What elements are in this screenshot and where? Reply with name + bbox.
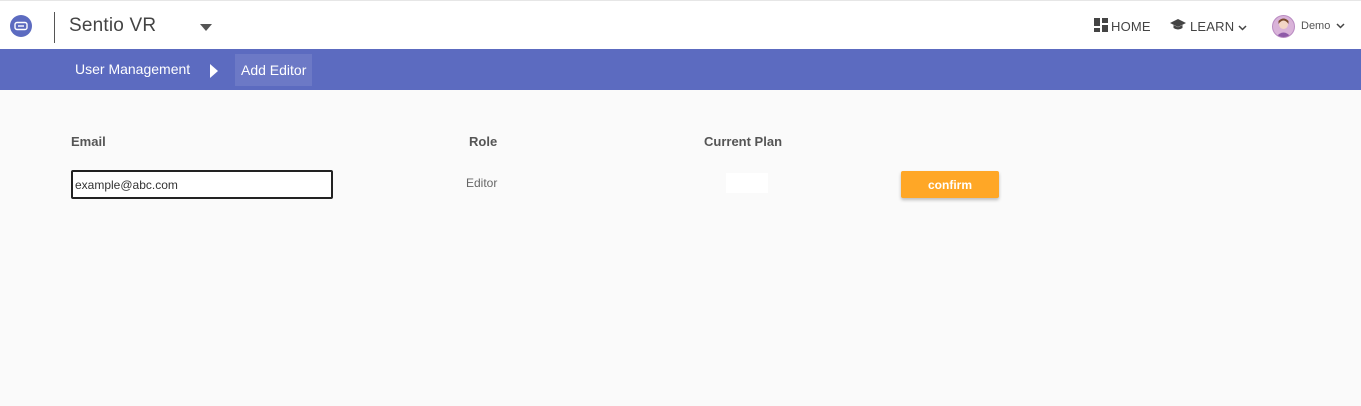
chevron-down-icon [1336, 20, 1345, 32]
caret-down-icon[interactable] [200, 24, 212, 31]
nav-learn-label: LEARN [1190, 18, 1235, 34]
plan-column-header: Current Plan [704, 134, 783, 149]
role-value: Editor [466, 176, 498, 190]
nav-learn[interactable]: LEARN [1170, 17, 1247, 35]
confirm-button[interactable]: confirm [901, 171, 999, 198]
breadcrumb-add-editor: Add Editor [235, 54, 313, 86]
caret-right-icon [210, 64, 218, 78]
role-column-header: Role [469, 134, 498, 149]
nav-home-label: HOME [1111, 18, 1151, 34]
nav-home[interactable]: HOME [1094, 17, 1151, 35]
top-bar: Sentio VR HOME LEARN Demo [0, 0, 1361, 49]
chevron-down-icon [1238, 19, 1247, 34]
vr-headset-icon[interactable] [10, 15, 32, 37]
header-divider [54, 12, 55, 43]
app-title: Sentio VR [69, 15, 157, 36]
email-column-header: Email [71, 134, 106, 149]
breadcrumb: User Management Add Editor [0, 49, 1361, 90]
user-name: Demo [1301, 20, 1331, 32]
avatar [1272, 14, 1295, 38]
plan-select[interactable] [726, 173, 768, 193]
grid-dashboard-icon [1094, 17, 1108, 35]
graduation-cap-icon [1170, 18, 1186, 34]
user-menu[interactable]: Demo [1272, 14, 1345, 38]
breadcrumb-user-management[interactable]: User Management [75, 49, 190, 90]
email-input[interactable] [71, 170, 333, 199]
